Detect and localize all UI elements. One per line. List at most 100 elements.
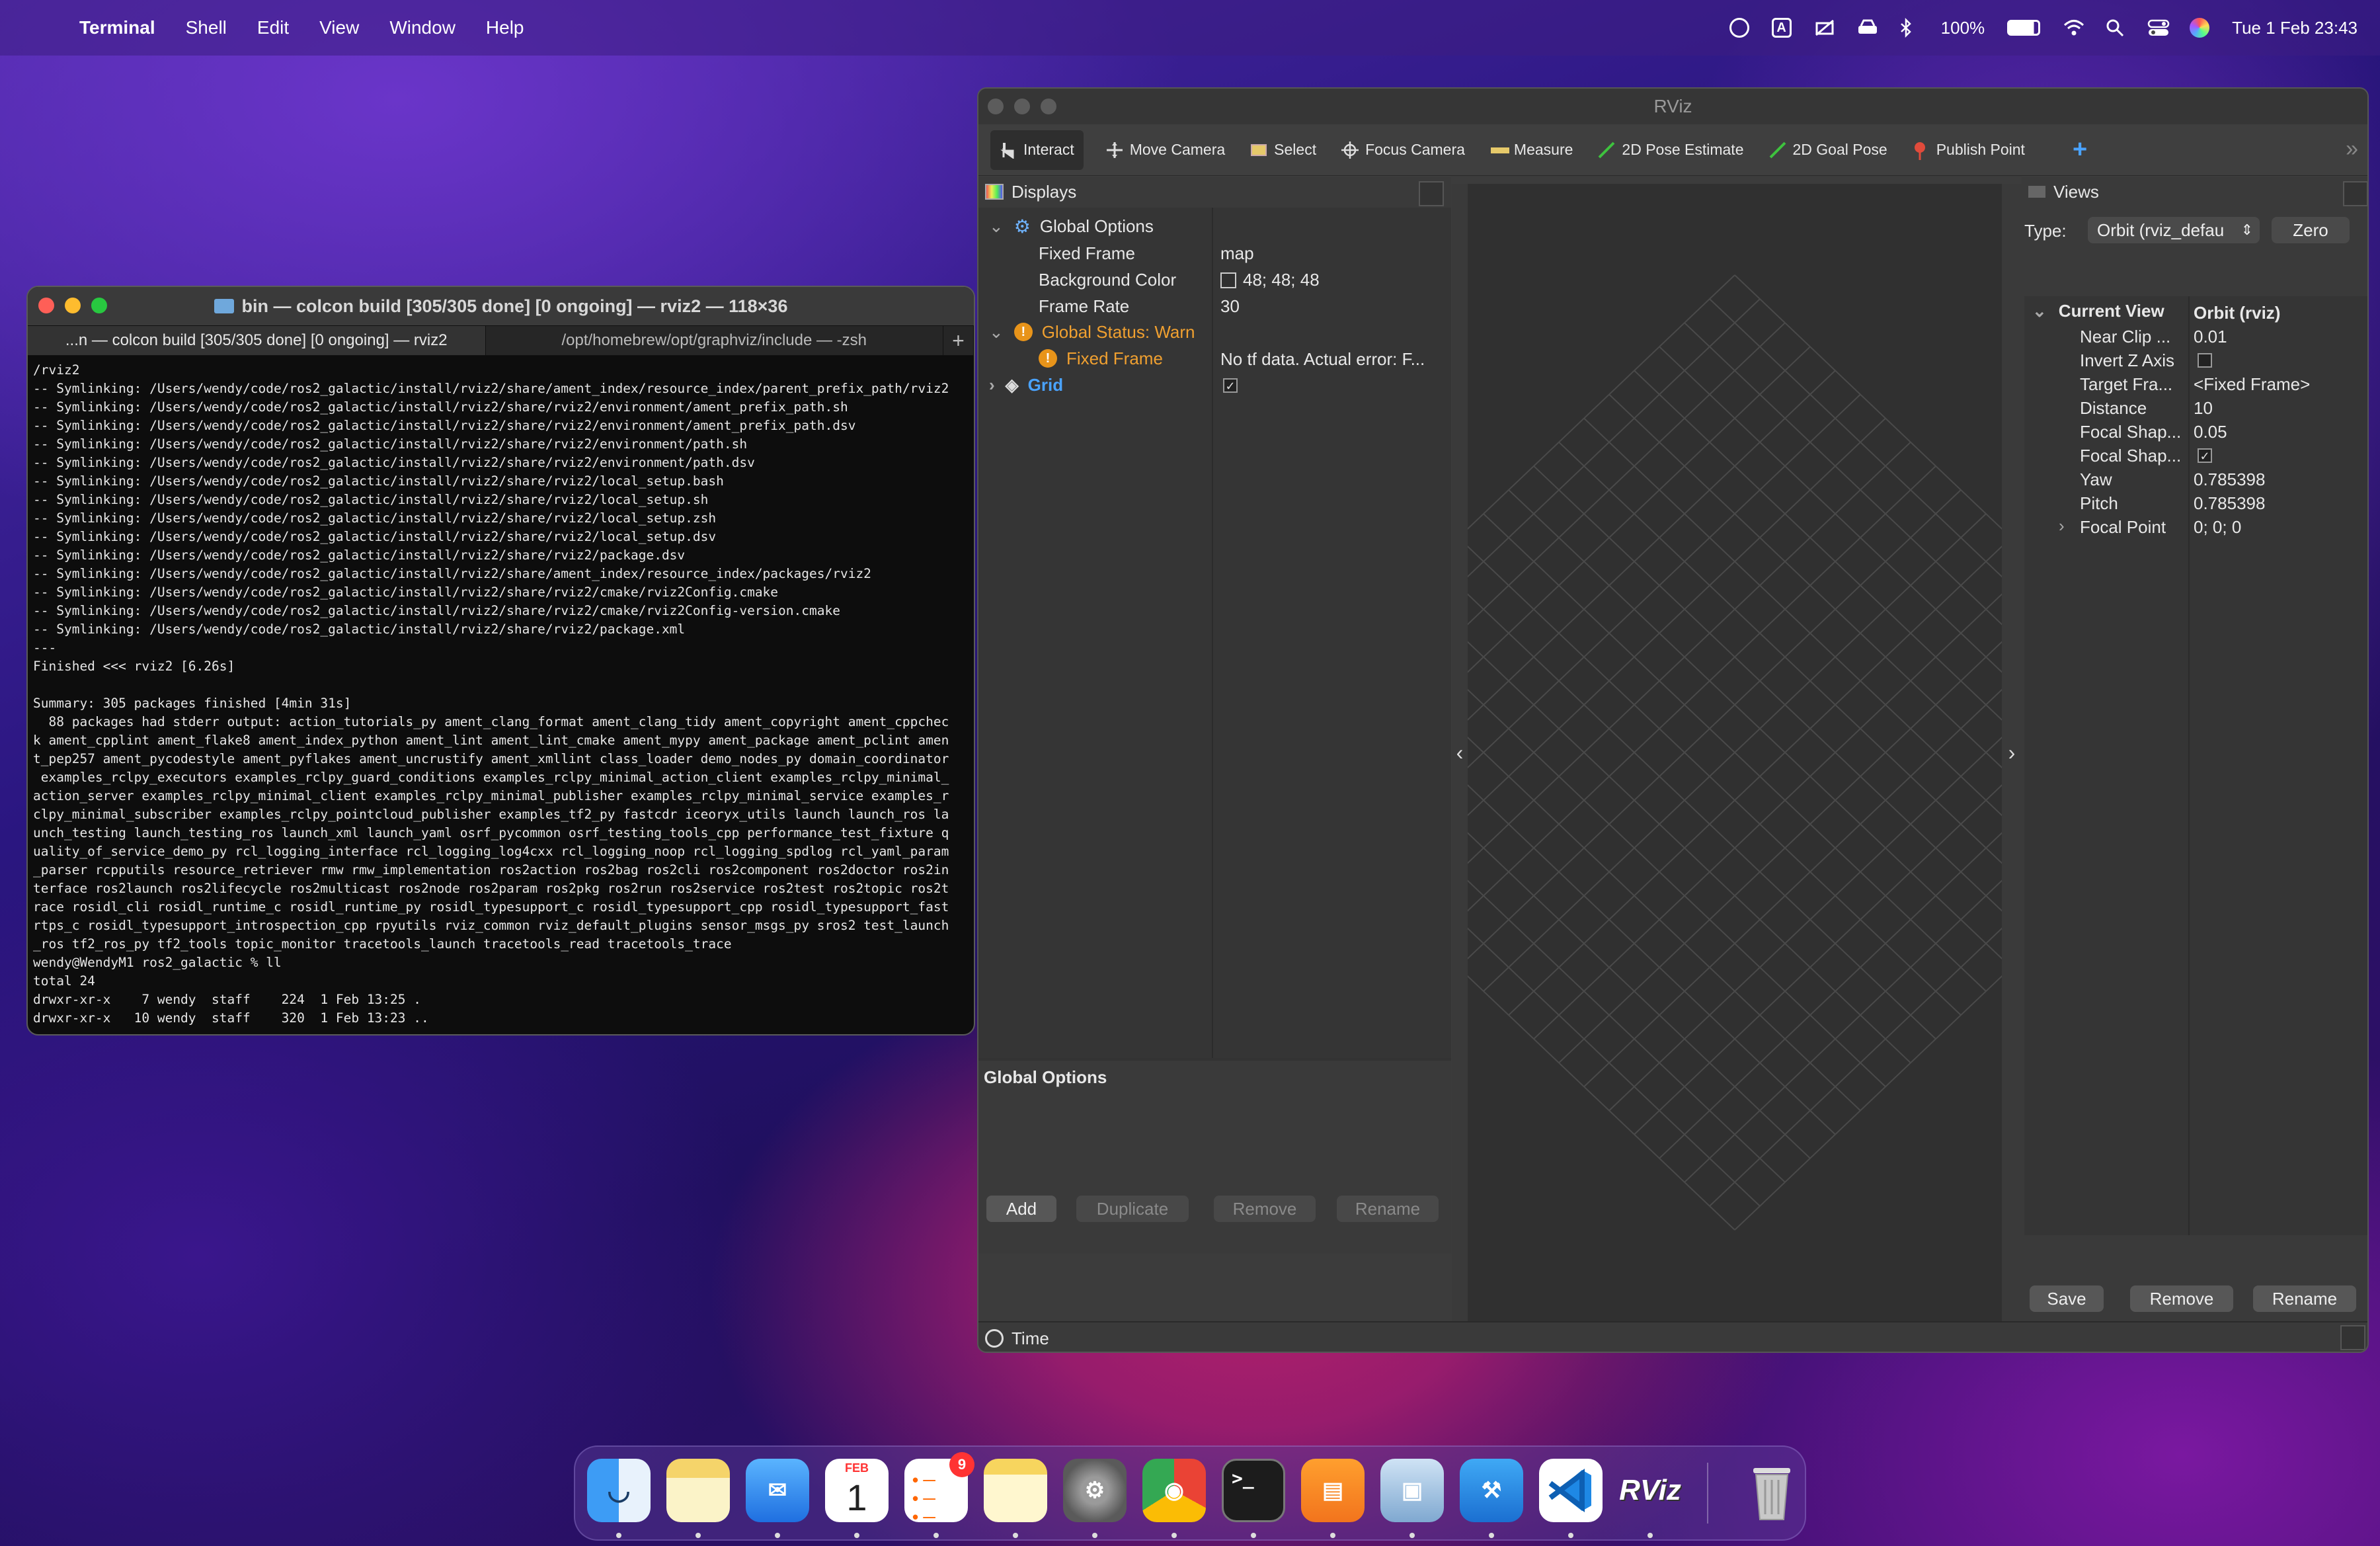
save-view-button[interactable]: Save [2030,1285,2104,1312]
system-preferences-icon[interactable]: ⚙ [1063,1459,1127,1522]
bluetooth-icon[interactable] [1899,17,1919,38]
new-tab-button[interactable]: + [943,326,974,355]
close-icon[interactable] [988,99,1004,114]
tool-focus-camera[interactable]: Focus Camera [1339,130,1468,170]
goal-arrow-icon [1769,142,1786,159]
rviz-icon[interactable]: RViz [1618,1459,1682,1522]
displays-undock-button[interactable] [1419,181,1444,206]
current-view-row[interactable]: ⌄ Current View [2032,298,2164,324]
chrome-icon[interactable]: ◉ [1142,1459,1206,1522]
tree-global-status[interactable]: ⌄ ! Global Status: Warn [989,319,1195,345]
view-prop-value[interactable]: 0.785398 [2194,493,2265,514]
add-tool-button[interactable]: + [2070,130,2090,170]
remove-view-button[interactable]: Remove [2130,1285,2233,1312]
trash-icon[interactable] [1740,1459,1804,1522]
toolbar-overflow-icon[interactable]: » [2346,136,2358,162]
reminders-icon[interactable]: • ─ • ─ • ─ 9 [904,1452,974,1526]
collapse-icon[interactable]: ⌄ [2032,301,2047,321]
right-splitter[interactable]: › [2002,184,2022,1321]
tool-2d-pose-estimate[interactable]: 2D Pose Estimate [1595,130,1746,170]
terminal-title-bar[interactable]: bin — colcon build [305/305 done] [0 ong… [28,287,974,325]
background-color-value[interactable]: 48; 48; 48 [1220,270,1320,290]
rename-view-button[interactable]: Rename [2253,1285,2356,1312]
left-splitter[interactable]: ‹ [1452,184,1468,1321]
grid-enabled-checkbox[interactable]: ✓ [1223,378,1238,393]
terminal-icon[interactable]: >_ [1222,1459,1285,1522]
tree-grid[interactable]: › ◈ Grid [989,372,1063,398]
zoom-icon[interactable] [1041,99,1056,114]
warning-icon: ! [1039,349,1057,368]
books-icon[interactable]: ▤ [1301,1459,1365,1522]
spotlight-search-icon[interactable] [2105,18,2125,38]
frame-rate-value[interactable]: 30 [1220,296,1240,317]
running-indicator [775,1533,780,1538]
collapse-icon[interactable]: ⌄ [989,322,1004,343]
view-type-select[interactable]: Orbit (rviz_defau ⇕ [2088,217,2260,243]
minimize-icon[interactable] [65,298,81,313]
render-view[interactable] [1468,184,2002,1321]
xcode-icon[interactable]: ⚒ [1460,1459,1523,1522]
zoom-icon[interactable] [91,298,107,313]
menu-datetime[interactable]: Tue 1 Feb 23:43 [2232,18,2358,38]
calendar-icon[interactable]: FEB 1 [825,1459,889,1522]
battery-icon[interactable] [2007,20,2041,36]
tree-global-options[interactable]: ⌄ ⚙ Global Options [989,213,1154,239]
stickies-icon[interactable] [984,1459,1047,1522]
tool-publish-point[interactable]: Publish Point [1910,130,2028,170]
collapse-icon[interactable]: ⌄ [989,216,1004,237]
view-prop-value[interactable]: 0.05 [2194,422,2227,442]
remove-display-button[interactable]: Remove [1214,1196,1316,1222]
close-icon[interactable] [38,298,54,313]
notes-icon[interactable] [666,1459,730,1522]
time-machine-icon[interactable] [1729,18,1749,38]
menu-help[interactable]: Help [486,17,524,38]
time-undock-button[interactable] [2340,1325,2365,1350]
menu-shell[interactable]: Shell [186,17,227,38]
collapse-left-icon[interactable]: ‹ [1456,741,1464,765]
terminal-output[interactable]: /rviz2 -- Symlinking: /Users/wendy/code/… [28,356,974,1033]
input-source-icon[interactable]: A [1771,18,1792,38]
menu-app-name[interactable]: Terminal [79,17,155,38]
invert-z-checkbox[interactable] [2198,353,2212,368]
views-undock-button[interactable] [2343,181,2367,206]
finder-icon[interactable]: ◡ [587,1459,651,1522]
status-fixed-frame[interactable]: ! Fixed Frame [1039,345,1163,372]
fixed-frame-value[interactable]: map [1220,243,1254,264]
menu-edit[interactable]: Edit [257,17,289,38]
zero-view-button[interactable]: Zero [2272,217,2350,243]
tool-measure[interactable]: Measure [1488,130,1575,170]
view-prop-value[interactable]: 0.785398 [2194,469,2265,490]
tool-select[interactable]: Select [1248,130,1319,170]
view-prop-value[interactable]: <Fixed Frame> [2194,374,2310,395]
wifi-icon[interactable] [2063,18,2084,38]
view-prop-label: Distance [2080,398,2147,418]
rviz-title-bar[interactable]: RViz [978,89,2367,124]
terminal-tab-rviz2[interactable]: ...n — colcon build [305/305 done] [0 on… [28,326,486,355]
view-prop-value[interactable]: 0.01 [2194,327,2227,347]
focal-shape-checkbox[interactable]: ✓ [2198,448,2212,463]
expand-icon[interactable]: › [2059,516,2065,536]
add-display-button[interactable]: Add [986,1196,1056,1222]
preview-icon[interactable]: ▣ [1380,1459,1444,1522]
vscode-icon[interactable] [1539,1459,1603,1522]
views-header: Views [2022,177,2367,206]
menu-view[interactable]: View [319,17,359,38]
minimize-icon[interactable] [1014,99,1030,114]
tool-move-camera[interactable]: Move Camera [1103,130,1228,170]
views-tree: ⌄ Current View Orbit (rviz) Near Clip ..… [2024,296,2367,1235]
terminal-tab-graphviz[interactable]: /opt/homebrew/opt/graphviz/include — -zs… [486,326,943,355]
mail-icon[interactable]: ✉ [746,1459,809,1522]
expand-icon[interactable]: › [989,375,995,395]
collapse-right-icon[interactable]: › [2008,741,2016,765]
display-off-icon[interactable] [1814,18,1834,38]
tool-interact[interactable]: Interact [990,130,1084,170]
duplicate-display-button[interactable]: Duplicate [1076,1196,1189,1222]
view-prop-value[interactable]: 10 [2194,398,2213,419]
view-prop-value[interactable]: 0; 0; 0 [2194,517,2241,538]
siri-icon[interactable] [2190,18,2210,38]
menu-window[interactable]: Window [389,17,456,38]
car-icon[interactable] [1856,18,1877,38]
rename-display-button[interactable]: Rename [1337,1196,1439,1222]
control-center-icon[interactable] [2147,18,2170,38]
tool-2d-goal-pose[interactable]: 2D Goal Pose [1766,130,1890,170]
